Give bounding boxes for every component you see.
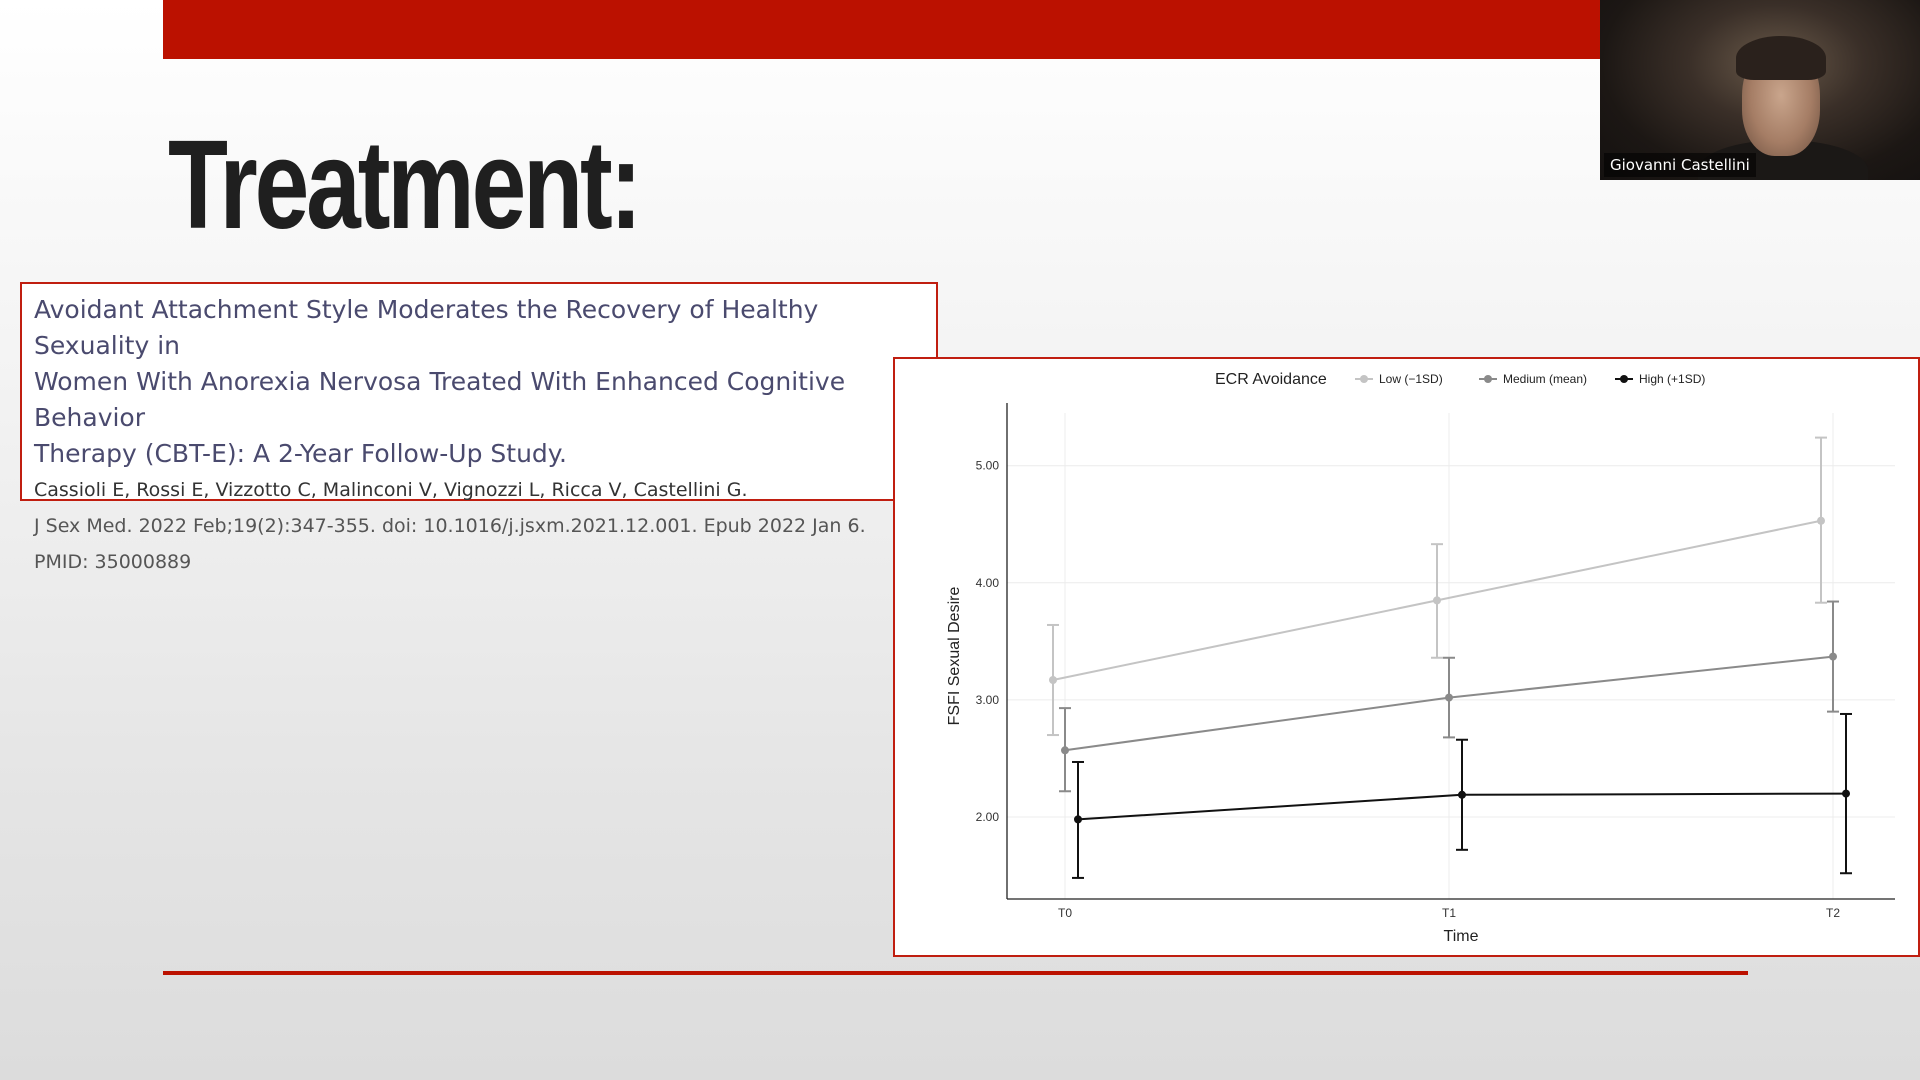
data-point <box>1433 596 1441 605</box>
x-tick-label: T2 <box>1826 906 1840 920</box>
legend-swatch-point <box>1484 375 1492 383</box>
footer-accent-rule <box>163 971 1748 975</box>
chart-panel: 2.00 3.00 4.00 5.00 T0 T1 T2 Time FSFI Sexual De… <box>893 357 1920 957</box>
citation-title-line: Avoidant Attachment Style Moderates the … <box>34 295 819 360</box>
data-point <box>1817 516 1825 525</box>
chart-svg: 2.00 3.00 4.00 5.00 T0 T1 T2 Time FSFI Sexual De… <box>946 371 1895 945</box>
y-tick-label: 4.00 <box>976 576 1000 590</box>
slide: Treatment: Avoidant Attachment Style Mod… <box>0 0 1920 1080</box>
data-point <box>1829 652 1837 661</box>
citation-box: Avoidant Attachment Style Moderates the … <box>20 282 938 573</box>
data-point <box>1074 815 1082 824</box>
y-tick-label: 5.00 <box>976 459 1000 473</box>
data-point <box>1445 693 1453 702</box>
data-point <box>1061 746 1069 755</box>
legend-label: Low (−1SD) <box>1379 372 1443 386</box>
legend-swatch-point <box>1620 375 1628 383</box>
citation-authors: Cassioli E, Rossi E, Vizzotto C, Malinco… <box>34 479 748 501</box>
x-tick-label: T0 <box>1058 906 1072 920</box>
citation-title-line: Therapy (CBT-E): A 2-Year Follow-Up Stud… <box>34 439 567 468</box>
citation-pmid: PMID: 35000889 <box>34 551 192 573</box>
x-tick-label: T1 <box>1442 906 1456 920</box>
citation-title-line: Women With Anorexia Nervosa Treated With… <box>34 367 846 432</box>
citation-journal: J Sex Med. 2022 Feb;19(2):347-355. doi: … <box>34 515 866 537</box>
y-tick-label: 3.00 <box>976 693 1000 707</box>
data-point <box>1842 789 1850 798</box>
x-axis-title: Time <box>1444 928 1479 945</box>
webcam-person-hair <box>1736 36 1826 80</box>
slide-title: Treatment: <box>168 114 642 255</box>
data-point <box>1458 790 1466 799</box>
webcam-video-tile[interactable]: Giovanni Castellini <box>1600 0 1920 180</box>
participant-name-label: Giovanni Castellini <box>1604 153 1756 177</box>
header-accent-bar <box>163 0 1601 59</box>
legend-swatch-point <box>1360 375 1368 383</box>
y-axis-title: FSFI Sexual Desire <box>946 587 963 726</box>
y-tick-label: 2.00 <box>976 810 1000 824</box>
legend-title: ECR Avoidance <box>1215 371 1327 388</box>
legend-label: High (+1SD) <box>1639 372 1705 386</box>
citation-title[interactable]: Avoidant Attachment Style Moderates the … <box>34 292 936 472</box>
data-point <box>1049 676 1057 685</box>
legend-label: Medium (mean) <box>1503 372 1587 386</box>
